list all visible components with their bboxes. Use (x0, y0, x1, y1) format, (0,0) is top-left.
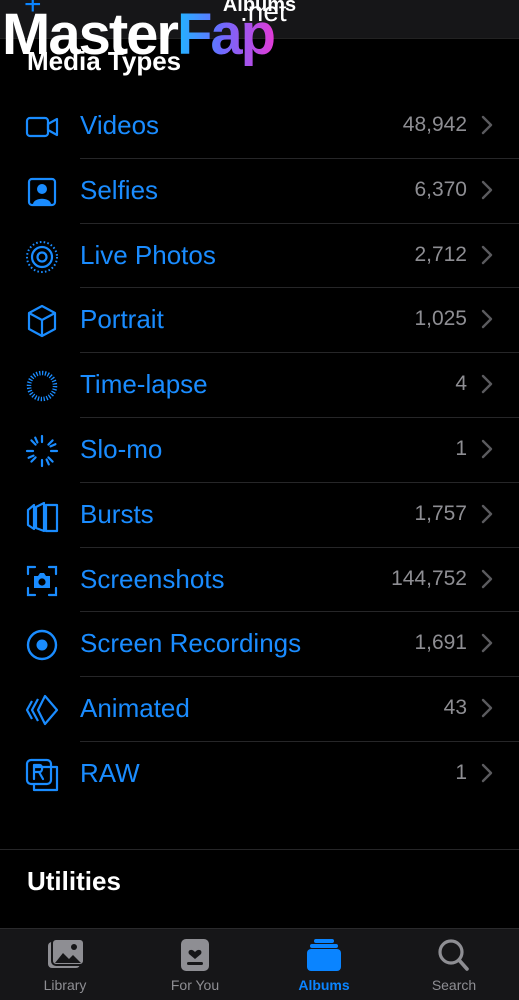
media-types-list: Videos 48,942 Selfies 6,370 Live Photos … (0, 94, 519, 807)
cube-icon (24, 303, 60, 339)
chevron-right-icon (481, 763, 493, 783)
list-item-label: Time-lapse (80, 369, 208, 400)
list-item-time-lapse[interactable]: Time-lapse 4 (0, 353, 519, 418)
list-item-label: Live Photos (80, 239, 216, 270)
list-item-live-photos[interactable]: Live Photos 2,712 (0, 224, 519, 289)
list-item-count: 6,370 (414, 177, 467, 201)
list-item-screen-recordings[interactable]: Screen Recordings 1,691 (0, 612, 519, 678)
list-item-slo-mo[interactable]: Slo-mo 1 (0, 418, 519, 483)
chevron-right-icon (481, 634, 493, 653)
list-item-label: Slo-mo (80, 433, 163, 464)
list-item-label: Animated (80, 693, 190, 724)
list-item-bursts[interactable]: Bursts 1,757 (0, 483, 519, 548)
list-item-portrait[interactable]: Portrait 1,025 (0, 288, 519, 354)
raw-icon (24, 757, 60, 793)
slo-mo-icon (24, 433, 60, 469)
tab-label: Albums (298, 977, 350, 993)
albums-icon (304, 937, 344, 973)
tab-search[interactable]: Search (389, 929, 519, 1000)
list-item-count: 144,752 (391, 566, 467, 590)
list-item-label: Screenshots (80, 563, 225, 594)
list-item-count: 1,025 (414, 307, 467, 331)
selfie-portrait-icon (24, 174, 60, 210)
screenshot-camera-icon (24, 563, 60, 599)
tab-library[interactable]: Library (0, 929, 130, 1000)
list-item-label: Portrait (80, 304, 164, 335)
list-item-count: 4 (455, 372, 467, 396)
chevron-right-icon (481, 245, 493, 264)
section-header-utilities: Utilities (27, 866, 121, 896)
tab-label: For You (170, 977, 220, 993)
watermark-logo: MasterFap .net (2, 0, 287, 64)
list-item-count: 1,757 (414, 501, 467, 525)
chevron-right-icon (481, 180, 493, 199)
chevron-right-icon (481, 439, 493, 459)
time-lapse-icon (24, 368, 60, 404)
watermark-master-text: Master (2, 2, 179, 67)
watermark-net-text: .net (240, 0, 287, 27)
video-camera-icon (24, 109, 60, 145)
list-item-count: 2,712 (414, 242, 467, 266)
list-item-count: 1,691 (414, 631, 467, 655)
chevron-right-icon (481, 569, 493, 588)
screen-recording-icon (24, 627, 60, 663)
chevron-right-icon (481, 115, 493, 135)
list-item-selfies[interactable]: Selfies 6,370 (0, 159, 519, 224)
for-you-icon (175, 937, 215, 973)
photos-app-screen: + Albums MasterFap .net Media Types Vide… (0, 0, 519, 1000)
list-item-count: 1 (455, 436, 467, 460)
chevron-right-icon (481, 504, 493, 523)
list-item-label: RAW (80, 757, 140, 788)
chevron-right-icon (481, 698, 493, 718)
list-item-videos[interactable]: Videos 48,942 (0, 94, 519, 159)
animated-icon (24, 692, 60, 728)
list-item-screenshots[interactable]: Screenshots 144,752 (0, 548, 519, 613)
photos-library-icon (45, 937, 85, 973)
list-item-label: Videos (80, 110, 160, 140)
list-item-count: 48,942 (402, 113, 467, 136)
tab-label: Library (43, 977, 87, 993)
section-divider (0, 849, 519, 850)
list-item-count: 43 (443, 696, 467, 720)
list-item-label: Screen Recordings (80, 628, 302, 659)
list-item-label: Bursts (80, 498, 154, 529)
bursts-icon (24, 498, 60, 534)
tab-albums[interactable]: Albums (259, 929, 389, 1000)
tab-bar: Library For You Albums Search (0, 928, 519, 1000)
live-photo-icon (24, 239, 60, 275)
search-icon (434, 937, 474, 973)
list-item-count: 1 (455, 760, 467, 784)
list-item-raw[interactable]: RAW 1 (0, 742, 519, 807)
tab-for-you[interactable]: For You (130, 929, 260, 1000)
tab-label: Search (431, 977, 477, 993)
list-item-animated[interactable]: Animated 43 (0, 677, 519, 742)
chevron-right-icon (481, 374, 493, 394)
chevron-right-icon (481, 310, 493, 329)
list-item-label: Selfies (80, 174, 159, 205)
